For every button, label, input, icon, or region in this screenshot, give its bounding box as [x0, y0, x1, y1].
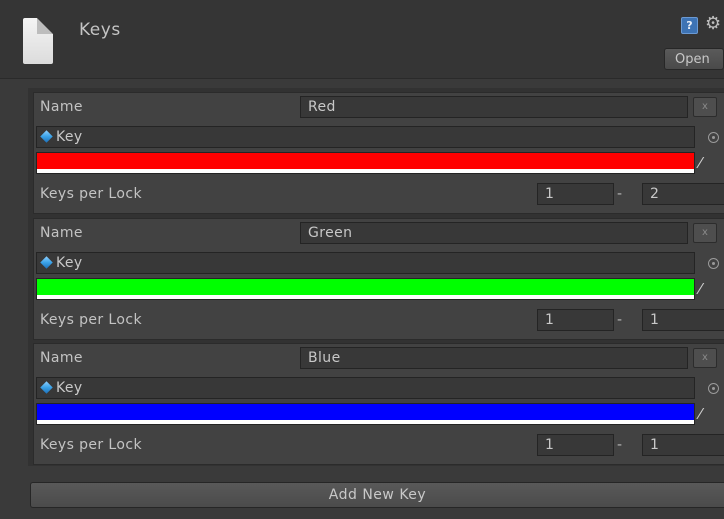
prefab-cube-icon — [40, 130, 53, 143]
document-icon — [23, 18, 53, 64]
key-entry-green: Name Green x Key ⁄ Keys per Lock 1 - 1 — [33, 218, 724, 340]
name-field[interactable]: Red — [300, 96, 688, 118]
key-object-label: Key — [56, 255, 83, 271]
min-keys-field[interactable]: 1 — [537, 434, 614, 456]
range-separator: - — [617, 437, 623, 453]
eyedropper-icon[interactable]: ⁄ — [699, 154, 717, 172]
prefab-cube-icon — [40, 256, 53, 269]
key-object-field[interactable]: Key — [36, 377, 695, 399]
prefab-cube-icon — [40, 381, 53, 394]
name-label: Name — [40, 225, 83, 241]
key-entry-red: Name Red x Key ⁄ Keys per Lock 1 - 2 — [33, 92, 724, 214]
name-field[interactable]: Green — [300, 222, 688, 244]
max-keys-field[interactable]: 1 — [642, 434, 724, 456]
remove-key-button[interactable]: x — [693, 348, 717, 368]
range-separator: - — [617, 312, 623, 328]
remove-key-button[interactable]: x — [693, 223, 717, 243]
help-icon[interactable]: ? — [681, 17, 698, 34]
name-field[interactable]: Blue — [300, 347, 688, 369]
min-keys-field[interactable]: 1 — [537, 309, 614, 331]
key-entry-blue: Name Blue x Key ⁄ Keys per Lock 1 - 1 — [33, 343, 724, 465]
object-picker-icon[interactable] — [708, 258, 719, 269]
name-label: Name — [40, 99, 83, 115]
open-button[interactable]: Open — [664, 48, 724, 70]
name-label: Name — [40, 350, 83, 366]
min-keys-field[interactable]: 1 — [537, 183, 614, 205]
key-object-field[interactable]: Key — [36, 252, 695, 274]
range-separator: - — [617, 186, 623, 202]
max-keys-field[interactable]: 2 — [642, 183, 724, 205]
inspector-header: Keys ? ⚙ Open — [0, 0, 724, 79]
key-object-label: Key — [56, 129, 83, 145]
eyedropper-icon[interactable]: ⁄ — [699, 280, 717, 298]
remove-key-button[interactable]: x — [693, 97, 717, 117]
object-picker-icon[interactable] — [708, 383, 719, 394]
gear-icon[interactable]: ⚙ — [705, 14, 724, 33]
asset-title: Keys — [79, 20, 121, 40]
keys-per-lock-label: Keys per Lock — [40, 312, 142, 328]
color-field[interactable] — [36, 152, 695, 174]
keys-per-lock-label: Keys per Lock — [40, 186, 142, 202]
object-picker-icon[interactable] — [708, 132, 719, 143]
color-field[interactable] — [36, 403, 695, 425]
key-object-label: Key — [56, 380, 83, 396]
key-object-field[interactable]: Key — [36, 126, 695, 148]
add-new-key-button[interactable]: Add New Key — [30, 482, 724, 508]
color-field[interactable] — [36, 278, 695, 300]
keys-per-lock-label: Keys per Lock — [40, 437, 142, 453]
max-keys-field[interactable]: 1 — [642, 309, 724, 331]
eyedropper-icon[interactable]: ⁄ — [699, 405, 717, 423]
